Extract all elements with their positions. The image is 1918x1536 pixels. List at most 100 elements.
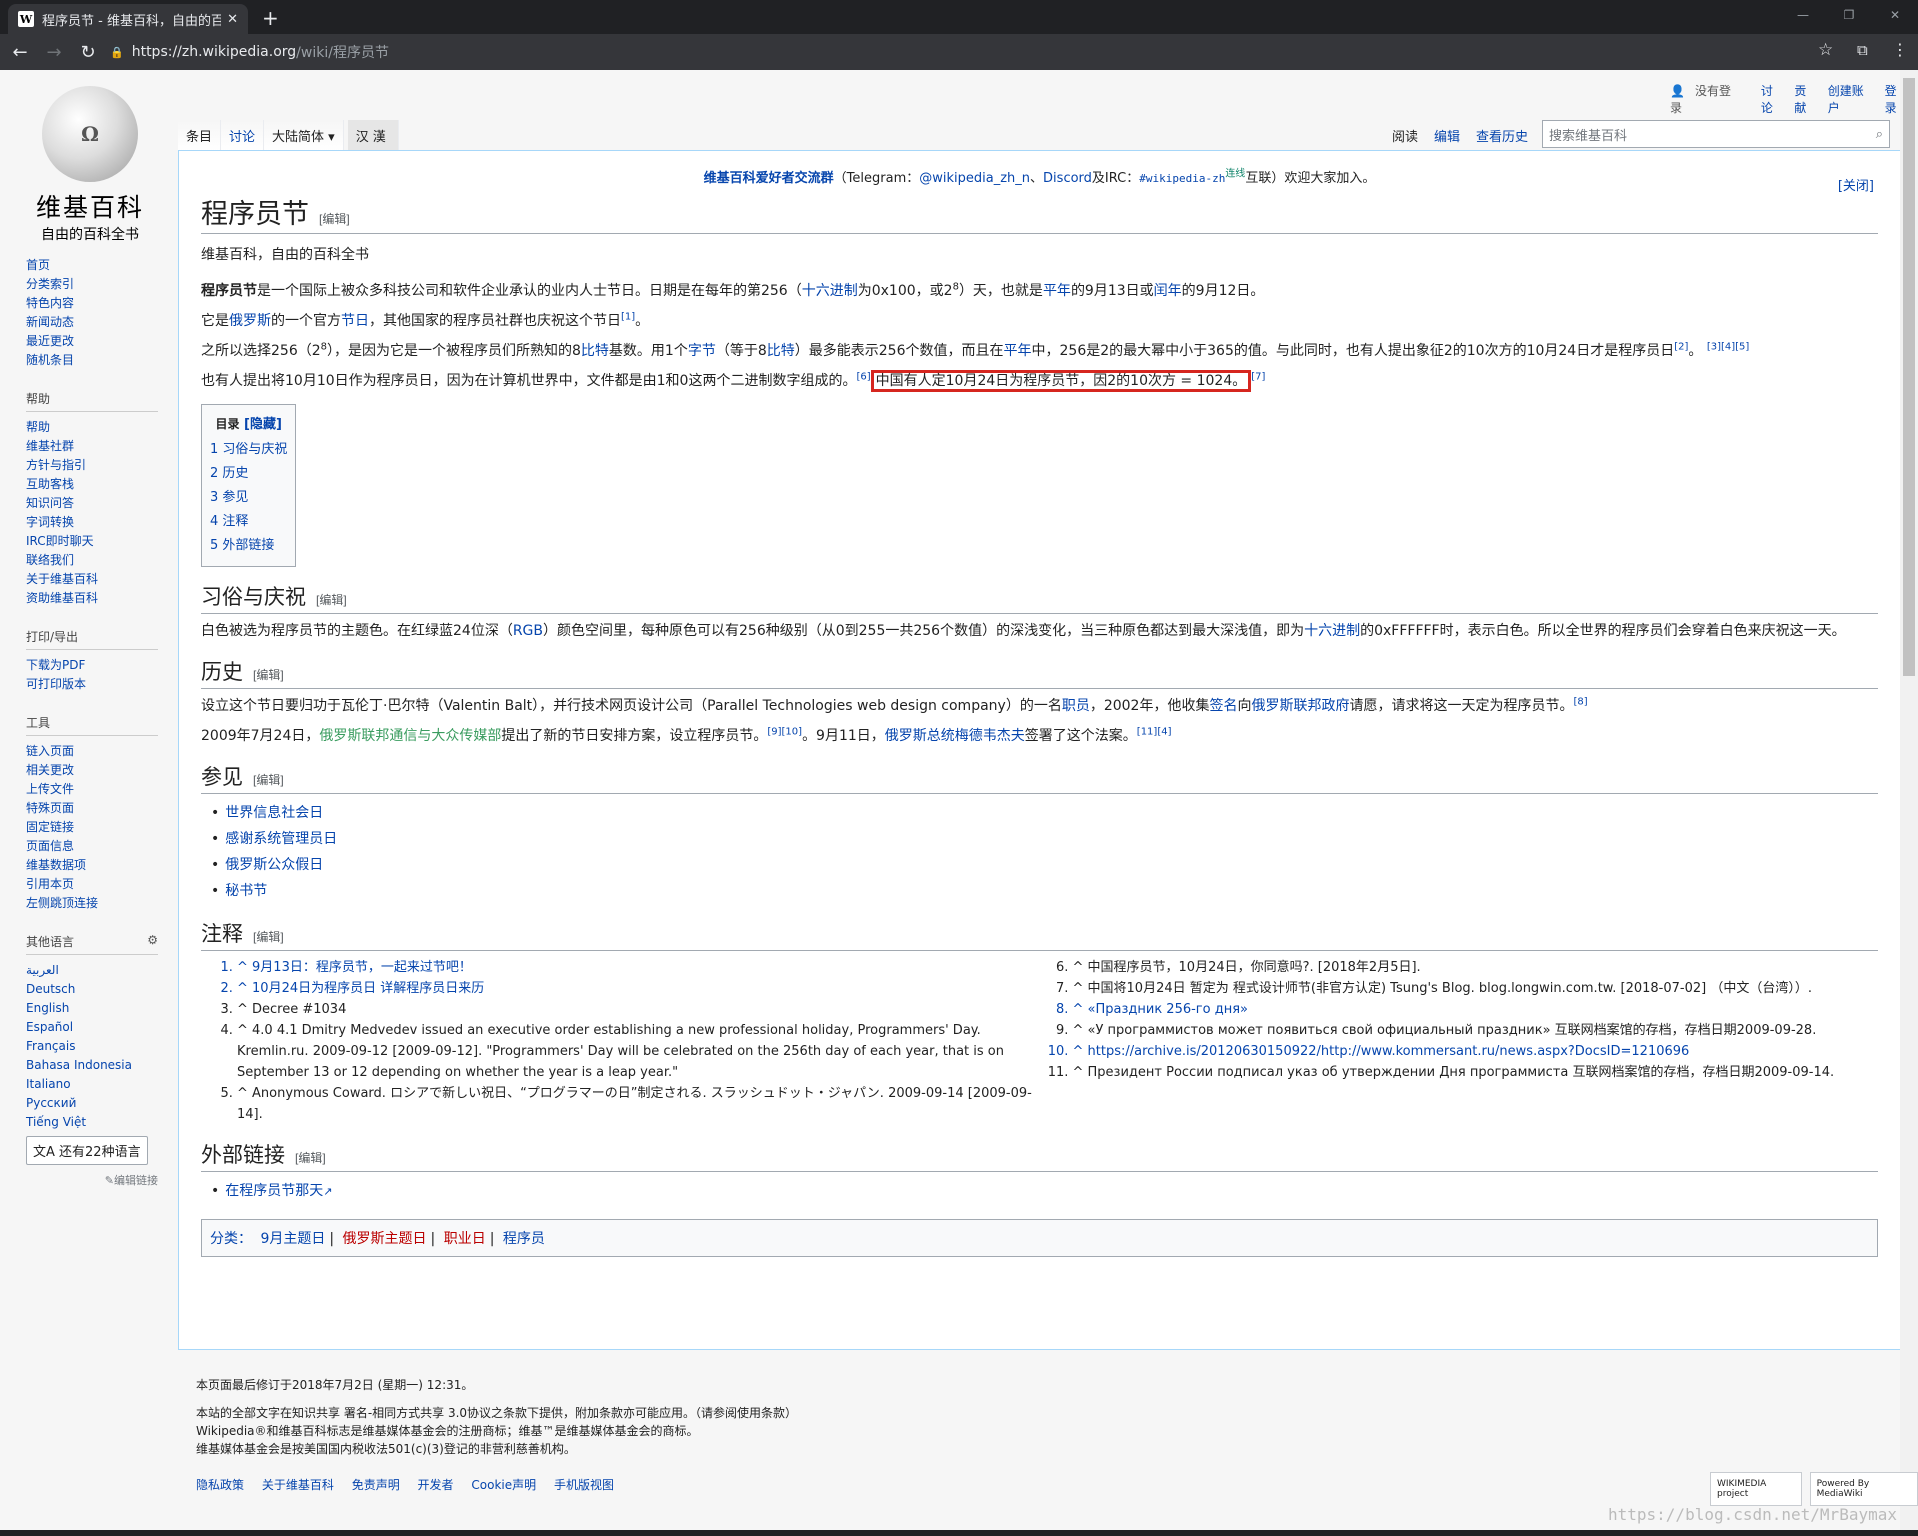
russian-government-link[interactable]: 俄罗斯联邦政府 [1251, 698, 1349, 714]
reference-item[interactable]: ^ «Праздник 256-го дня» [1073, 999, 1879, 1020]
tab-article[interactable]: 条目 [178, 120, 222, 151]
tab-read[interactable]: 阅读 [1384, 120, 1426, 151]
ref-6[interactable]: [6] [856, 371, 870, 382]
wikipedia-logo[interactable]: Ω 维基百科 自由的百科全书 [30, 86, 150, 243]
ref-9-10[interactable]: [9][10] [767, 726, 802, 737]
see-also-link[interactable]: 俄罗斯公众假日 [225, 857, 323, 873]
ref-2[interactable]: [2] [1674, 341, 1688, 352]
restore-icon[interactable]: ❐ [1826, 0, 1872, 30]
ministry-link[interactable]: 俄罗斯联邦通信与大众传媒部 [319, 728, 501, 744]
sidebar-item-featured[interactable]: 特色内容 [26, 294, 158, 313]
developers-link[interactable]: 开发者 [418, 1478, 454, 1492]
browser-tab[interactable]: W 程序员节 - 维基百科，自由的百科全书 ✕ [8, 4, 248, 34]
search-icon[interactable]: ⌕ [1876, 127, 1883, 142]
reference-item[interactable]: ^ 中国程序员节，10月24日，你同意吗?. [2018年2月5日]. [1073, 957, 1879, 978]
sidebar-item-page-info[interactable]: 页面信息 [26, 837, 158, 856]
variant-dropdown[interactable]: 大陆简体 ▾ [264, 120, 344, 151]
sidebar-item-left-top-link[interactable]: 左侧跳顶连接 [26, 894, 158, 913]
sidebar-item-related-changes[interactable]: 相关更改 [26, 761, 158, 780]
russia-link[interactable]: 俄罗斯 [229, 313, 271, 329]
bit-link-2[interactable]: 比特 [767, 343, 795, 359]
category-link[interactable]: 俄罗斯主题日 [343, 1231, 427, 1247]
sidebar-item-download-pdf[interactable]: 下载为PDF [26, 656, 158, 675]
category-link[interactable]: 职业日 [444, 1231, 486, 1247]
toc-item-history[interactable]: 2 历史 [210, 466, 248, 481]
section-edit-link[interactable]: [编辑] [253, 668, 284, 682]
search-input[interactable]: 搜索维基百科 ⌕ [1542, 120, 1890, 148]
tab-talk[interactable]: 讨论 [221, 120, 265, 151]
section-edit-link[interactable]: [编辑] [253, 773, 284, 787]
new-tab-button[interactable]: + [262, 6, 279, 30]
sidebar-item-wikidata[interactable]: 维基数据项 [26, 856, 158, 875]
toc-item-notes[interactable]: 4 注释 [210, 514, 248, 529]
personal-contributions-link[interactable]: 贡献 [1794, 84, 1806, 115]
sidebar-item-contact[interactable]: 联络我们 [26, 551, 158, 570]
lang-italian[interactable]: Italiano [26, 1075, 158, 1094]
common-year-link[interactable]: 平年 [1043, 283, 1071, 299]
section-edit-link[interactable]: [编辑] [316, 593, 347, 607]
sidebar-item-irc[interactable]: IRC即时聊天 [26, 532, 158, 551]
sidebar-item-community[interactable]: 维基社群 [26, 437, 158, 456]
reference-item[interactable]: ^ «У программистов может появиться свой … [1073, 1020, 1879, 1041]
lang-spanish[interactable]: Español [26, 1018, 158, 1037]
see-also-link[interactable]: 世界信息社会日 [225, 805, 323, 821]
reference-item[interactable]: ^ 中国将10月24日 暂定为 程式设计师节(非官方认定) Tsung's Bl… [1073, 978, 1879, 999]
bookmark-star-icon[interactable]: ☆ [1818, 40, 1833, 60]
address-bar[interactable]: 🔒 https://zh.wikipedia.org/wiki/程序员节 [110, 39, 1810, 65]
notice-connect-link[interactable]: 连线 [1225, 169, 1245, 180]
staff-link[interactable]: 职员 [1062, 698, 1090, 714]
sidebar-item-special-pages[interactable]: 特殊页面 [26, 799, 158, 818]
more-languages-button[interactable]: 文A 还有22种语言 [26, 1136, 148, 1165]
notice-discord-link[interactable]: Discord [1043, 171, 1092, 186]
login-link[interactable]: 登录 [1885, 84, 1897, 115]
forward-icon[interactable]: → [40, 42, 68, 63]
notice-irc-link[interactable]: #wikipedia-zh [1139, 172, 1225, 185]
lang-russian[interactable]: Русский [26, 1094, 158, 1113]
sidebar-item-recent-changes[interactable]: 最近更改 [26, 332, 158, 351]
wikimedia-badge[interactable]: WIKIMEDIA project [1710, 1472, 1802, 1506]
browser-menu-icon[interactable]: ⋮ [1892, 40, 1908, 59]
reference-item[interactable]: ^ Президент России подписал указ об утве… [1073, 1062, 1879, 1083]
ref-11-4[interactable]: [11][4] [1137, 726, 1172, 737]
reference-item[interactable]: ^ 10月24日为程序员日 详解程序员日来历 [237, 978, 1043, 999]
byte-link[interactable]: 字节 [688, 343, 716, 359]
lang-french[interactable]: Français [26, 1037, 158, 1056]
section-edit-link[interactable]: [编辑] [295, 1151, 326, 1165]
sidebar-item-permalink[interactable]: 固定链接 [26, 818, 158, 837]
sidebar-item-donate[interactable]: 资助维基百科 [26, 589, 158, 608]
privacy-link[interactable]: 隐私政策 [196, 1478, 244, 1492]
leap-year-link[interactable]: 闰年 [1154, 283, 1182, 299]
sidebar-item-random[interactable]: 随机条目 [26, 351, 158, 370]
medvedev-link[interactable]: 俄罗斯总统梅德韦杰夫 [885, 728, 1025, 744]
reference-item[interactable]: ^ https://archive.is/20120630150922/http… [1073, 1041, 1879, 1062]
sidebar-item-qa[interactable]: 知识问答 [26, 494, 158, 513]
title-edit-link[interactable]: [编辑] [319, 212, 350, 226]
sidebar-item-policy[interactable]: 方针与指引 [26, 456, 158, 475]
edit-links[interactable]: ✎编辑链接 [26, 1171, 158, 1190]
category-link[interactable]: 程序员 [503, 1231, 545, 1247]
common-year-link-2[interactable]: 平年 [1004, 343, 1032, 359]
scrollbar-thumb[interactable] [1903, 78, 1915, 676]
sidebar-item-about[interactable]: 关于维基百科 [26, 570, 158, 589]
notice-close-link[interactable]: [关闭] [1838, 175, 1874, 194]
mediawiki-badge[interactable]: Powered By MediaWiki [1809, 1472, 1918, 1506]
reference-item[interactable]: ^ Anonymous Coward. ロシアで新しい祝日、“プログラマーの日”… [237, 1083, 1043, 1125]
ref-1[interactable]: [1] [621, 311, 635, 322]
sidebar-item-news[interactable]: 新闻动态 [26, 313, 158, 332]
section-edit-link[interactable]: [编辑] [253, 930, 284, 944]
close-window-icon[interactable]: ✕ [1872, 0, 1918, 30]
tab-history[interactable]: 查看历史 [1468, 120, 1536, 151]
ref-8[interactable]: [8] [1573, 696, 1587, 707]
category-link[interactable]: 9月主题日 [260, 1231, 325, 1247]
tab-edit[interactable]: 编辑 [1426, 120, 1468, 151]
lang-indonesian[interactable]: Bahasa Indonesia [26, 1056, 158, 1075]
sidebar-item-cite[interactable]: 引用本页 [26, 875, 158, 894]
sidebar-item-main-page[interactable]: 首页 [26, 256, 158, 275]
reference-item[interactable]: ^ 9月13日：程序员节，一起来过节吧！ [237, 957, 1043, 978]
see-also-link[interactable]: 感谢系统管理员日 [225, 831, 337, 847]
lang-vietnamese[interactable]: Tiếng Việt [26, 1113, 158, 1132]
back-icon[interactable]: ← [6, 42, 34, 63]
lang-english[interactable]: English [26, 999, 158, 1018]
sidebar-item-upload[interactable]: 上传文件 [26, 780, 158, 799]
sidebar-item-what-links-here[interactable]: 链入页面 [26, 742, 158, 761]
